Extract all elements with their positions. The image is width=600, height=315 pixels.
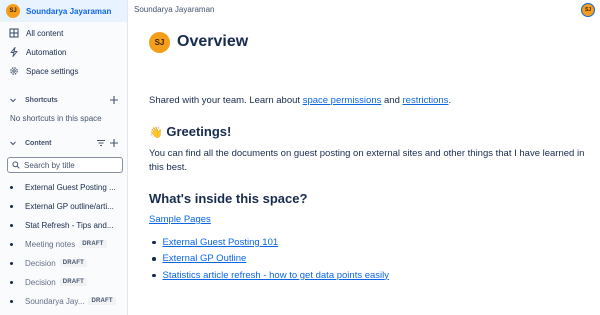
bullet: [10, 261, 13, 265]
space-avatar: SJ: [6, 4, 20, 18]
intro-paragraph: Shared with your team. Learn about space…: [149, 94, 589, 108]
tree-item-title: Meeting notes: [25, 239, 76, 249]
nav-all-content[interactable]: All content: [0, 24, 127, 42]
draft-badge: DRAFT: [79, 240, 107, 248]
restrictions-link[interactable]: restrictions: [403, 95, 449, 106]
topbar: Soundarya Jayaraman SJ: [128, 0, 600, 20]
add-shortcut-icon[interactable]: [109, 95, 119, 105]
tree-item-title: Decision: [25, 258, 56, 268]
space-permissions-link[interactable]: space permissions: [303, 95, 382, 106]
tree-item-title: Stat Refresh - Tips and...: [25, 220, 114, 230]
bullet: [10, 223, 13, 227]
shortcuts-label: Shortcuts: [25, 96, 58, 104]
chevron-down-icon[interactable]: [8, 96, 17, 105]
greetings-heading-text: Greetings!: [166, 124, 232, 139]
space-header[interactable]: SJ Soundarya Jayaraman: [0, 0, 127, 22]
tree-item[interactable]: External Guest Posting ...: [0, 179, 127, 195]
nav-space-settings-label: Space settings: [26, 66, 79, 76]
list-item: Statistics article refresh - how to get …: [149, 267, 389, 284]
bullet: [152, 240, 156, 244]
chevron-down-icon[interactable]: [8, 139, 17, 148]
bullet: [10, 242, 13, 246]
nav-automation[interactable]: Automation: [0, 43, 127, 61]
shortcuts-empty-text: No shortcuts in this space: [10, 114, 102, 123]
page-link[interactable]: Statistics article refresh - how to get …: [163, 270, 390, 281]
content-search[interactable]: [7, 157, 123, 173]
tree-item-title: External Guest Posting ...: [25, 182, 116, 192]
page-avatar: SJ: [149, 32, 170, 53]
waving-hand-icon: 👋: [149, 127, 163, 139]
draft-badge: DRAFT: [59, 259, 88, 267]
bullet: [10, 204, 13, 208]
tree-item[interactable]: Decision DRAFT: [0, 255, 127, 271]
space-name: Soundarya Jayaraman: [26, 6, 112, 16]
bullet: [152, 257, 156, 261]
sample-pages-link[interactable]: Sample Pages: [149, 214, 211, 225]
inside-heading: What's inside this space?: [149, 191, 308, 206]
content-section-header[interactable]: Content: [0, 135, 127, 151]
user-avatar[interactable]: SJ: [581, 3, 595, 17]
list-item: External Guest Posting 101: [149, 234, 389, 251]
draft-badge: DRAFT: [59, 278, 88, 286]
grid-icon: [9, 28, 19, 38]
search-input[interactable]: [24, 160, 120, 170]
sample-pages-link-wrap: Sample Pages: [149, 213, 211, 227]
tree-item[interactable]: Decision DRAFT: [0, 274, 127, 290]
tree-item-title: Decision: [25, 277, 56, 287]
list-item: External GP Outline: [149, 251, 389, 268]
draft-badge: DRAFT: [88, 297, 116, 305]
breadcrumb[interactable]: Soundarya Jayaraman: [134, 5, 215, 14]
content-label: Content: [25, 139, 52, 147]
tree-item[interactable]: Soundarya Jay... DRAFT: [0, 293, 127, 309]
nav-automation-label: Automation: [26, 47, 67, 57]
shortcuts-section-header[interactable]: Shortcuts: [0, 92, 127, 108]
create-content-icon[interactable]: [109, 138, 119, 148]
greetings-body: You can find all the documents on guest …: [149, 148, 585, 173]
tree-item-title: External GP outline/arti...: [25, 201, 114, 211]
page-link-list: External Guest Posting 101 External GP O…: [149, 234, 389, 284]
page-link[interactable]: External Guest Posting 101: [163, 237, 279, 248]
page-link[interactable]: External GP Outline: [163, 253, 247, 264]
lightning-icon: [9, 47, 19, 57]
tree-item-title: Soundarya Jay...: [25, 296, 85, 306]
intro-end: .: [448, 95, 452, 106]
intro-and: and: [384, 95, 400, 106]
sidebar: SJ Soundarya Jayaraman All content Autom…: [0, 0, 128, 315]
search-icon: [12, 156, 20, 174]
page-title: Overview: [177, 33, 249, 50]
nav-space-settings[interactable]: Space settings: [0, 62, 127, 80]
tree-item[interactable]: Stat Refresh - Tips and...: [0, 217, 127, 233]
tree-item[interactable]: Meeting notes DRAFT: [0, 236, 127, 252]
nav-all-content-label: All content: [26, 28, 64, 38]
bullet: [10, 280, 13, 284]
bullet: [10, 299, 13, 303]
gear-icon: [9, 66, 19, 76]
filter-icon[interactable]: [96, 138, 106, 148]
bullet: [10, 185, 13, 189]
intro-text: Shared with your team. Learn about: [149, 95, 301, 106]
greetings-heading: 👋 Greetings!: [149, 124, 231, 139]
bullet: [152, 273, 156, 277]
tree-item[interactable]: External GP outline/arti...: [0, 198, 127, 214]
